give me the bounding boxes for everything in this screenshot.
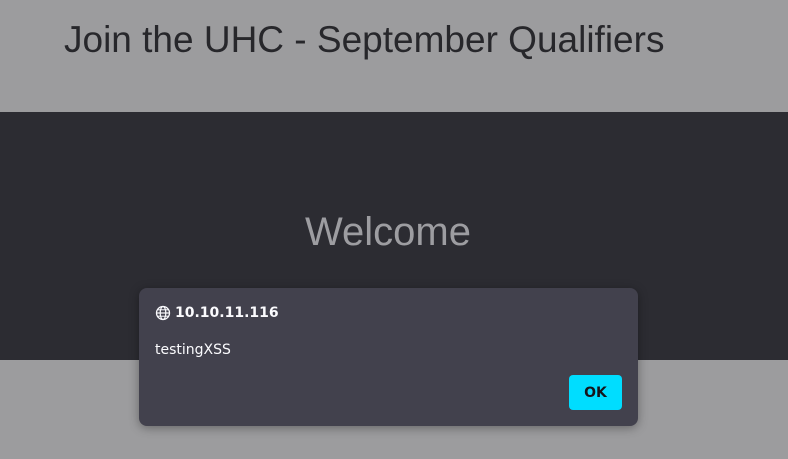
globe-icon bbox=[155, 305, 171, 321]
page-title: Join the UHC - September Qualifiers bbox=[64, 19, 665, 60]
dialog-origin: 10.10.11.116 bbox=[155, 303, 279, 323]
page: Join the UHC - September Qualifiers Welc… bbox=[0, 0, 788, 459]
ok-button[interactable]: OK bbox=[569, 375, 622, 410]
dialog-message: testingXSS bbox=[155, 342, 231, 358]
header: Join the UHC - September Qualifiers bbox=[0, 0, 788, 112]
dialog-origin-text: 10.10.11.116 bbox=[175, 305, 279, 321]
hero-heading: Welcome bbox=[305, 210, 471, 254]
alert-dialog: 10.10.11.116 testingXSS OK bbox=[139, 288, 638, 426]
